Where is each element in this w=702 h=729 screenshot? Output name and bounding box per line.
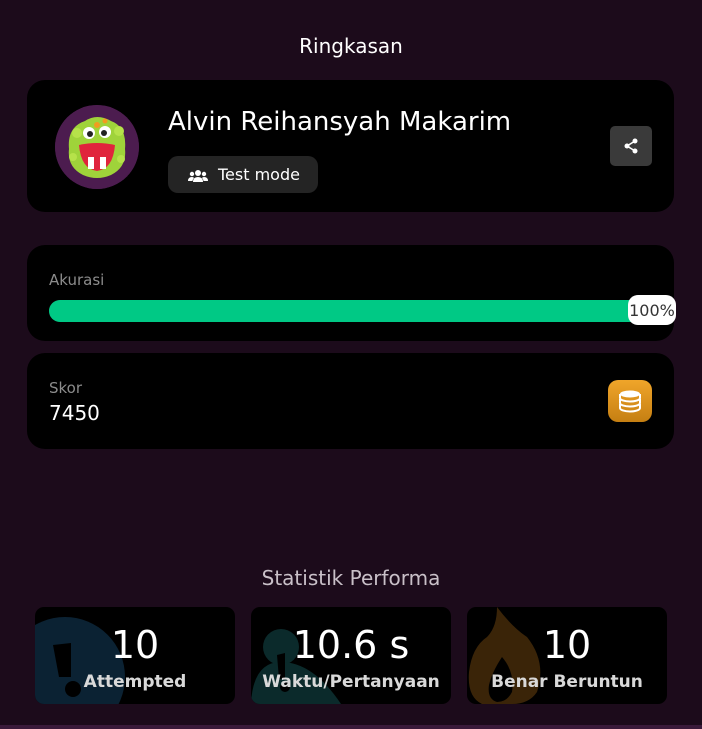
accuracy-bar [49,300,649,322]
stat-label: Waktu/Pertanyaan [262,672,440,692]
stat-streak: 10 Benar Beruntun [467,607,667,704]
accuracy-card: Akurasi 100% [27,245,676,341]
score-label: Skor [49,379,83,397]
bottom-divider [0,725,702,729]
stat-value: 10 [110,623,160,667]
stat-label: Benar Beruntun [491,672,643,692]
page-title: Ringkasan [299,34,403,58]
mode-badge: Test mode [168,156,318,193]
mode-label: Test mode [218,165,300,184]
score-value: 7450 [49,401,100,425]
player-name: Alvin Reihansyah Makarim [168,107,512,137]
stat-time-per-question: 10.6 s Waktu/Pertanyaan [251,607,451,704]
stat-label: Attempted [83,672,187,692]
stat-attempted: 10 Attempted [35,607,235,704]
stat-value: 10.6 s [292,623,410,667]
avatar [55,105,139,189]
profile-card: Alvin Reihansyah Makarim Test mode [27,80,674,212]
monster-avatar-icon [55,105,139,189]
accuracy-value: 100% [628,295,676,325]
accuracy-label: Akurasi [49,271,105,289]
accuracy-bar-fill [49,300,649,322]
share-icon [624,138,638,154]
users-icon [188,168,208,182]
stat-value: 10 [542,623,592,667]
coins-icon [608,380,652,422]
share-button[interactable] [610,126,652,166]
score-card: Skor 7450 [27,353,674,449]
stats-title: Statistik Performa [261,566,441,590]
